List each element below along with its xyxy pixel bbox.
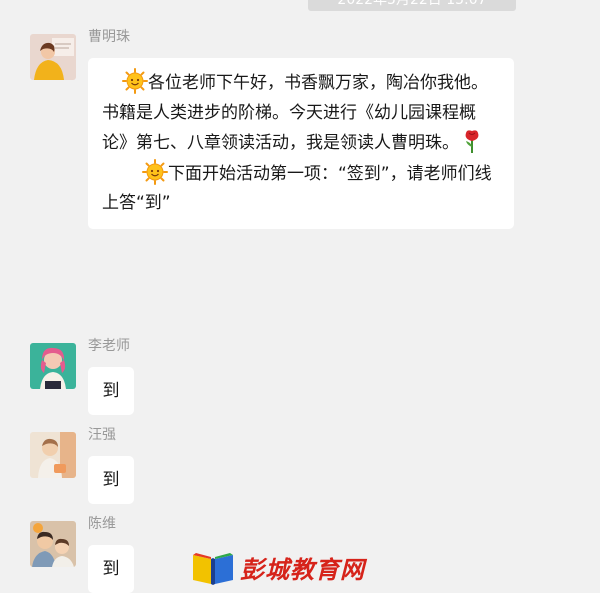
avatar[interactable] (30, 521, 76, 567)
message-text: 到 (102, 470, 120, 490)
sender-name: 李老师 (88, 338, 130, 354)
sun-emoji-icon (142, 158, 168, 185)
avatar[interactable] (30, 432, 76, 478)
avatar-cartoon-girl-icon (30, 343, 76, 389)
message-bubble[interactable]: 各位老师下午好，书香飘万家，陶冶你我他。书籍是人类进步的阶梯。今天进行《幼儿园课… (88, 58, 514, 229)
avatar-family-photo-icon (30, 521, 76, 567)
avatar-child-photo-icon (30, 432, 76, 478)
avatar-woman-yellow-sweater-icon (30, 34, 76, 80)
avatar[interactable] (30, 343, 76, 389)
avatar[interactable] (30, 34, 76, 80)
sender-name: 汪强 (88, 427, 116, 443)
message-timestamp: 2022年5月22日 15:07 (308, 0, 516, 11)
watermark-logo: 彭城教育网 (190, 547, 365, 587)
rose-emoji-icon (459, 128, 485, 154)
message-bubble[interactable]: 到 (88, 545, 134, 593)
message-text: 到 (102, 381, 120, 401)
message-paragraph: 各位老师下午好，书香飘万家，陶冶你我他。书籍是人类进步的阶梯。今天进行《幼儿园课… (102, 68, 500, 159)
sender-name: 陈维 (88, 516, 116, 532)
message-bubble[interactable]: 到 (88, 367, 134, 415)
message-text: 到 (102, 559, 120, 579)
book-logo-icon (193, 553, 233, 585)
sender-name: 曹明珠 (88, 29, 130, 45)
message-paragraph: 下面开始活动第一项：“签到”，请老师们线上答“到” (102, 158, 500, 219)
watermark-text: 彭城教育网 (240, 556, 365, 584)
message-text: 各位老师下午好，书香飘万家，陶冶你我他。书籍是人类进步的阶梯。今天进行《幼儿园课… (102, 73, 488, 153)
sun-emoji-icon (122, 68, 148, 94)
message-bubble[interactable]: 到 (88, 456, 134, 504)
